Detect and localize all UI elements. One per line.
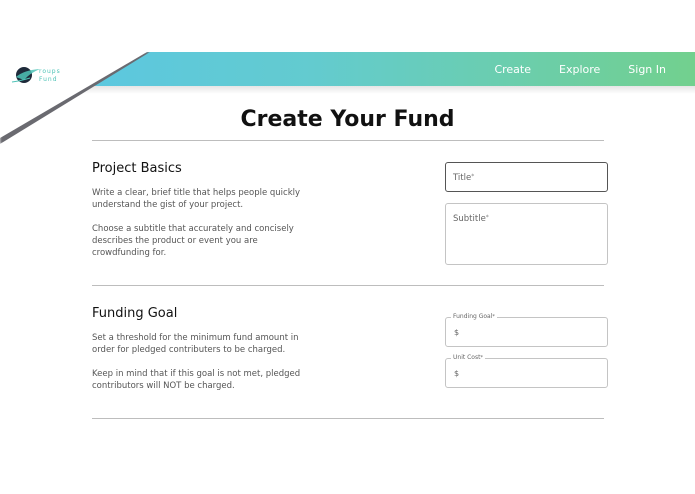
funding-goal-heading: Funding Goal bbox=[92, 306, 178, 321]
funding-goal-currency: $ bbox=[454, 328, 460, 337]
unit-cost-currency: $ bbox=[454, 369, 460, 378]
funding-goal-desc-1: Set a threshold for the minimum fund amo… bbox=[92, 333, 299, 355]
unit-cost-label: Unit Cost* bbox=[451, 354, 485, 362]
title-label: Title bbox=[453, 173, 472, 183]
subtitle-required-mark: * bbox=[485, 214, 489, 221]
nav-explore-link[interactable]: Explore bbox=[559, 63, 600, 76]
logo-text: roups Fund bbox=[39, 68, 61, 84]
project-basics-desc-1: Write a clear, brief title that helps pe… bbox=[92, 188, 301, 210]
logo-text-line-2: Fund bbox=[39, 76, 58, 83]
subtitle-placeholder: Subtitle* bbox=[453, 214, 489, 224]
funding-divider bbox=[92, 418, 604, 419]
title-divider bbox=[92, 140, 604, 141]
page-title: Create Your Fund bbox=[240, 107, 455, 132]
unit-cost-label-text: Unit Cost bbox=[453, 354, 481, 361]
basics-divider bbox=[92, 285, 604, 286]
project-basics-heading: Project Basics bbox=[92, 161, 182, 176]
funding-goal-required-mark: * bbox=[492, 314, 495, 320]
unit-cost-input[interactable]: Unit Cost* $ bbox=[445, 354, 608, 388]
subtitle-input[interactable]: Subtitle* bbox=[445, 203, 608, 265]
header-shadow bbox=[0, 86, 695, 94]
funding-goal-label: Funding Goal* bbox=[451, 313, 497, 321]
nav-sign-in-link[interactable]: Sign In bbox=[628, 63, 666, 76]
title-placeholder: Title* bbox=[453, 173, 474, 183]
subtitle-label: Subtitle bbox=[453, 214, 486, 224]
funding-goal-input[interactable]: Funding Goal* $ bbox=[445, 313, 608, 347]
title-required-mark: * bbox=[471, 173, 475, 180]
top-nav: Create Explore Sign In bbox=[494, 52, 695, 86]
funding-goal-label-text: Funding Goal bbox=[453, 313, 493, 320]
funding-goal-desc-2: Keep in mind that if this goal is not me… bbox=[92, 369, 301, 391]
unit-cost-required-mark: * bbox=[480, 355, 483, 361]
title-input[interactable]: Title* bbox=[445, 162, 608, 192]
logo-text-line-1: roups bbox=[39, 68, 61, 75]
project-basics-desc-2: Choose a subtitle that accurately and co… bbox=[92, 224, 294, 258]
nav-create-link[interactable]: Create bbox=[494, 63, 531, 76]
